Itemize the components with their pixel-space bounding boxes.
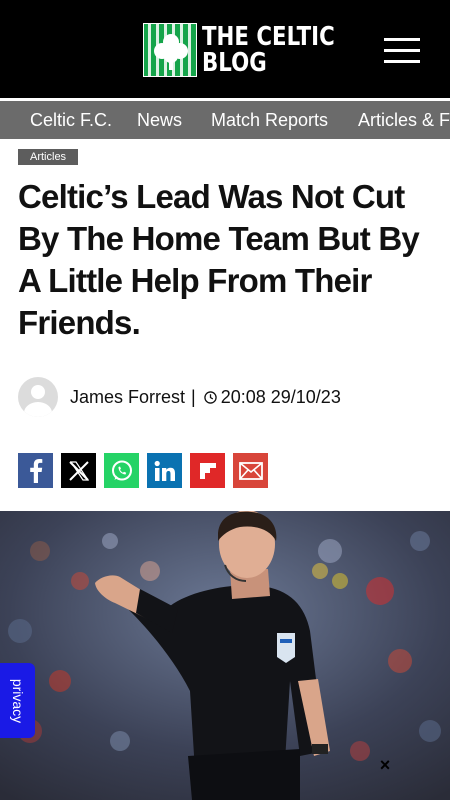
nav-item-match-reports[interactable]: Match Reports	[211, 101, 328, 139]
article-meta: James Forrest | 20:08 29/10/23	[18, 376, 341, 418]
whatsapp-icon	[111, 460, 132, 480]
email-share-button[interactable]	[233, 453, 268, 488]
category-nav: Celtic F.C. News Match Reports Articles …	[0, 101, 450, 139]
privacy-label: privacy	[9, 678, 26, 723]
flipboard-icon	[199, 462, 216, 479]
logo-line-2: BLOG	[202, 48, 267, 78]
x-icon	[68, 460, 89, 481]
site-header: THE CELTIC BLOG	[0, 0, 450, 98]
logo-line-1: THE CELTIC	[202, 22, 335, 52]
facebook-icon	[29, 458, 42, 483]
nav-item-celtic-fc[interactable]: Celtic F.C.	[30, 101, 112, 139]
site-logo[interactable]: THE CELTIC BLOG	[143, 22, 364, 78]
x-share-button[interactable]	[61, 453, 96, 488]
logo-wordmark: THE CELTIC BLOG	[202, 24, 335, 76]
whatsapp-share-button[interactable]	[104, 453, 139, 488]
author-name[interactable]: James Forrest	[70, 387, 185, 408]
menu-icon[interactable]	[384, 36, 420, 64]
publish-datetime: 20:08 29/10/23	[220, 386, 341, 407]
linkedin-icon	[154, 460, 175, 481]
flipboard-share-button[interactable]	[190, 453, 225, 488]
article-title: Celtic’s Lead Was Not Cut By The Home Te…	[18, 178, 420, 341]
clock-icon	[203, 390, 217, 404]
email-icon	[238, 461, 263, 480]
category-badge[interactable]: Articles	[18, 149, 79, 165]
close-icon[interactable]: ×	[376, 754, 394, 776]
meta-separator: |	[191, 386, 196, 407]
facebook-share-button[interactable]	[18, 453, 53, 488]
nav-item-news[interactable]: News	[137, 101, 182, 139]
linkedin-share-button[interactable]	[147, 453, 182, 488]
share-bar	[18, 453, 276, 488]
nav-item-articles[interactable]: Articles & F	[358, 101, 450, 139]
avatar	[18, 377, 58, 417]
privacy-settings-button[interactable]: privacy	[0, 663, 35, 738]
shamrock-logo-icon	[143, 23, 197, 77]
